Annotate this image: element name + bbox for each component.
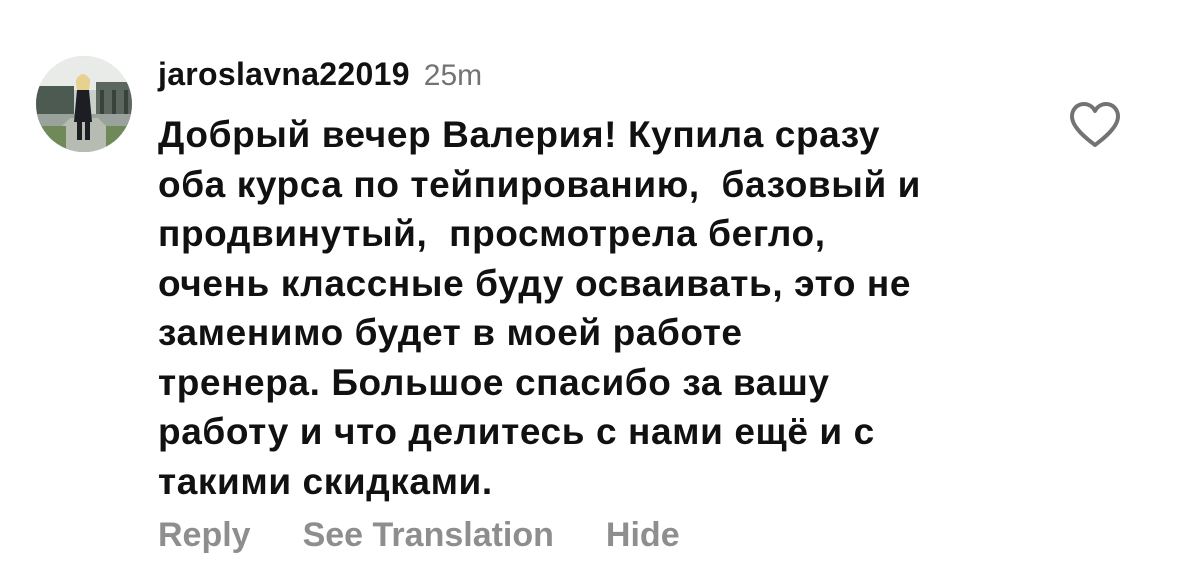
comment-text-line: оба курса по тейпированию, базовый и xyxy=(158,163,922,205)
comment-text-line: тренера. Большое спасибо за вашу xyxy=(158,361,830,403)
comment-text: Добрый вечер Валерия! Купила сразу оба к… xyxy=(158,110,1038,506)
timestamp: 25m xyxy=(423,59,483,92)
comment-text-line: очень классные буду осваивать, это не xyxy=(158,262,912,304)
hide-button[interactable]: Hide xyxy=(606,516,680,555)
avatar-photo xyxy=(36,56,132,152)
comment-header: jaroslavna22019 25m xyxy=(158,56,482,96)
comment-text-line: такими скидками. xyxy=(158,460,493,502)
like-button[interactable] xyxy=(1068,100,1122,150)
reply-button[interactable]: Reply xyxy=(158,516,251,555)
comment-text-line: Добрый вечер Валерия! Купила сразу xyxy=(158,114,881,155)
see-translation-button[interactable]: See Translation xyxy=(303,516,554,555)
heart-outline-icon xyxy=(1070,102,1120,147)
avatar[interactable] xyxy=(36,56,132,152)
username[interactable]: jaroslavna22019 xyxy=(158,56,410,93)
comment-actions: Reply See Translation Hide xyxy=(158,516,680,555)
comment-text-line: работу и что делитесь с нами ещё и с xyxy=(158,411,875,452)
comment-text-line: продвинутый, просмотрела бегло, xyxy=(158,213,826,254)
comment-text-line: заменимо будет в моей работе xyxy=(158,312,743,353)
